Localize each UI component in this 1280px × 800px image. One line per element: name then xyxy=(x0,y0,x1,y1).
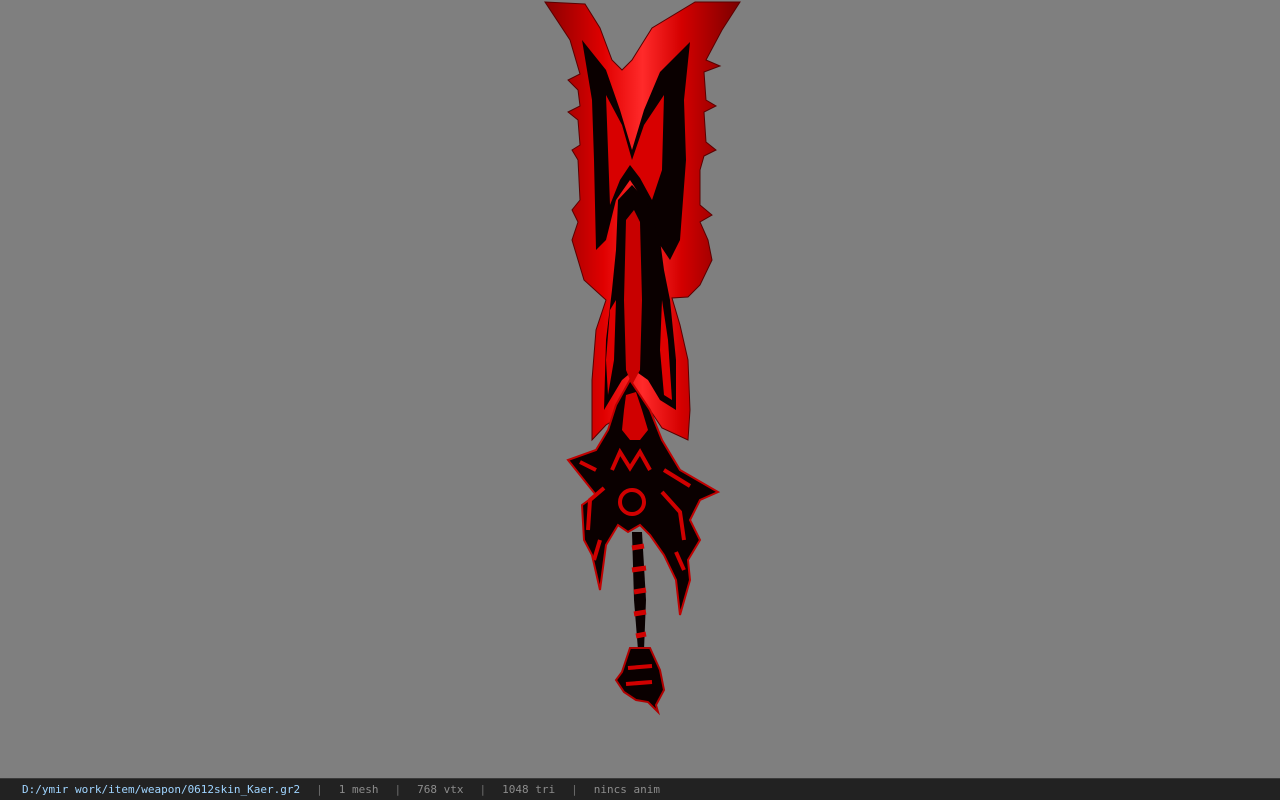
triangle-count: 1048 tri xyxy=(502,783,556,796)
status-separator: | xyxy=(394,783,402,796)
file-path: D:/ymir work/item/weapon/0612skin_Kaer.g… xyxy=(22,783,301,796)
mesh-count: 1 mesh xyxy=(338,783,379,796)
3d-viewport[interactable] xyxy=(0,0,1280,778)
sword-model[interactable] xyxy=(0,0,1280,778)
status-separator: | xyxy=(316,783,323,796)
status-separator: | xyxy=(571,783,578,796)
animation-status: nincs anim xyxy=(593,783,660,796)
status-separator: | xyxy=(479,783,487,796)
sword-pommel xyxy=(614,647,666,716)
status-bar: D:/ymir work/item/weapon/0612skin_Kaer.g… xyxy=(0,778,1280,800)
vertex-count: 768 vtx xyxy=(417,783,464,796)
blade-center-line xyxy=(624,210,642,385)
